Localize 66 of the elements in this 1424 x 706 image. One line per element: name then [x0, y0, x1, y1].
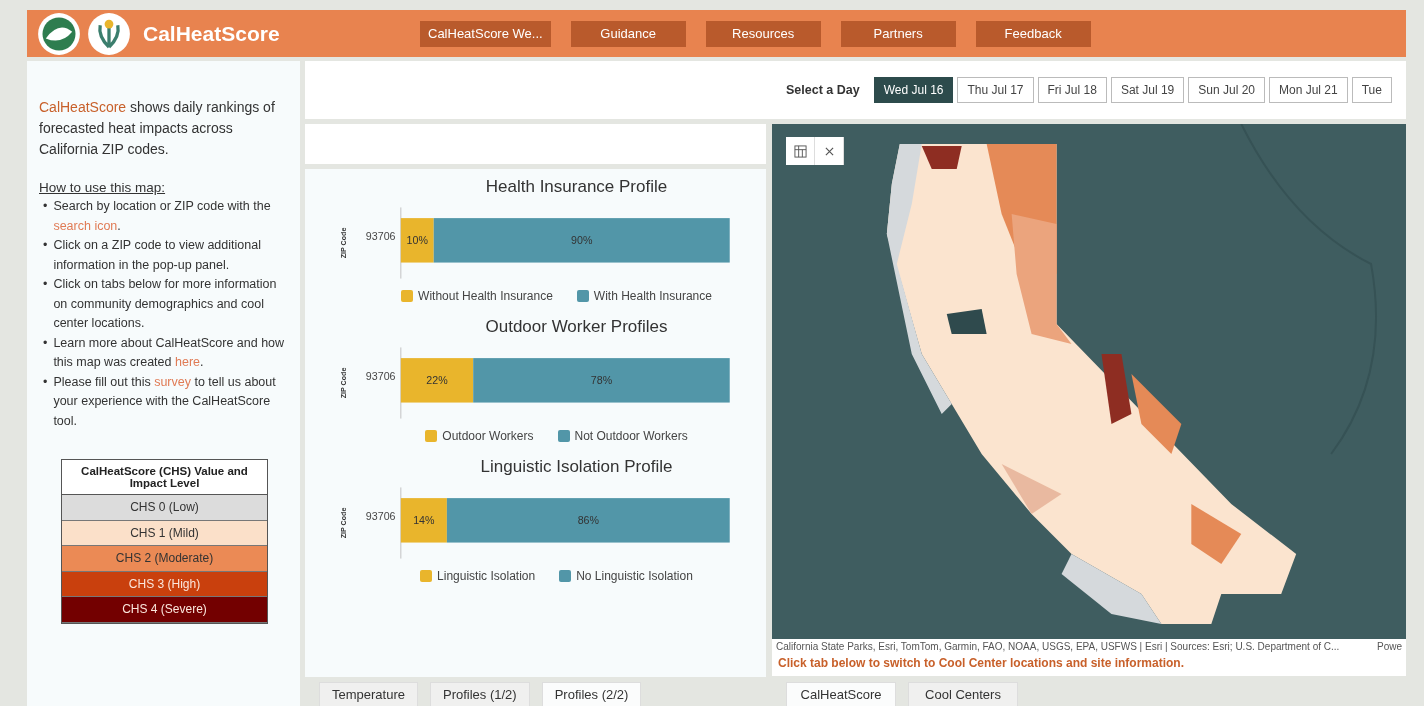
axis-line [400, 487, 402, 559]
legend-level: CHS 2 (Moderate) [62, 546, 267, 572]
intro-text: CalHeatScore shows daily rankings of forecasted heat impacts across California ZIP codes. [39, 98, 276, 159]
legend-level: CHS 0 (Low) [62, 495, 267, 521]
app-title: CalHeatScore [143, 21, 280, 46]
chart-title: Linguistic Isolation Profile [479, 457, 674, 477]
nav-button[interactable]: CalHeatScore We... [420, 20, 551, 47]
bullet-marker: • [43, 237, 48, 254]
day-tab[interactable]: Fri Jul 18 [1037, 77, 1107, 103]
instruction-item: Search by location or ZIP code with the search icon. [53, 198, 272, 235]
legend-label: With Health Insurance [593, 289, 712, 303]
value-label: 78% [590, 373, 613, 386]
profile-tab[interactable]: Temperature [319, 682, 418, 706]
day-tab[interactable]: Mon Jul 21 [1269, 77, 1348, 103]
map-tab[interactable]: Cool Centers [908, 682, 1018, 706]
day-tab[interactable]: Wed Jul 16 [873, 77, 954, 103]
legend-level: CHS 1 (Mild) [62, 520, 267, 546]
day-tab[interactable]: Sun Jul 20 [1188, 77, 1265, 103]
day-tab[interactable]: Sat Jul 19 [1110, 77, 1185, 103]
grid-icon [793, 144, 807, 158]
value-label: 22% [426, 373, 448, 386]
legend-label: Without Health Insurance [418, 289, 553, 303]
chart-title: Health Insurance Profile [484, 177, 669, 197]
map-note: Click tab below to switch to Cool Center locations and site information. [772, 653, 1406, 676]
value-label: 14% [413, 513, 435, 526]
nav-button[interactable]: Resources [705, 20, 821, 47]
instruction-item: Please fill out this survey to tell us about your experience with the CalHeatScore tool. [53, 373, 277, 430]
axis-line [400, 207, 402, 279]
layer-list-button[interactable] [786, 137, 815, 165]
value-label: 86% [577, 513, 599, 526]
legend-label: No Linguistic Isolation [576, 569, 693, 583]
instruction-item: Learn more about CalHeatScore and how this map was created here. [53, 334, 286, 371]
close-icon [824, 146, 834, 156]
legend-level: CHS 4 (Severe) [62, 597, 267, 623]
legend-level: CHS 3 (High) [62, 571, 267, 597]
day-selector-label: Select a Day [786, 83, 860, 97]
nav-button[interactable]: Feedback [975, 20, 1091, 47]
map-tab[interactable]: CalHeatScore [786, 682, 896, 706]
value-label: 90% [571, 233, 593, 246]
bullet-marker: • [43, 276, 48, 293]
leaf-logo-icon [37, 11, 81, 56]
axis-line [400, 347, 402, 419]
category-label: 93706 [365, 230, 396, 243]
bullet-marker: • [43, 373, 48, 391]
nav-button[interactable]: Partners [840, 20, 956, 47]
bullet-marker: • [43, 198, 48, 215]
instruction-item: Click on a ZIP code to view additional information in the pop-up panel. [53, 237, 262, 274]
sun-plant-logo-icon [87, 11, 131, 56]
instruction-item: Click on tabs below for more information on community demographics and cool center locations. [53, 276, 278, 332]
profile-tab[interactable]: Profiles (1/2) [430, 682, 530, 706]
powered-by-text: Powe [1377, 641, 1402, 651]
legend-label: Not Outdoor Workers [574, 429, 688, 443]
category-label: 93706 [365, 510, 396, 523]
legend-title: CalHeatScore (CHS) Value and Impact Level [62, 460, 267, 495]
legend-label: Linguistic Isolation [437, 569, 536, 583]
day-tab[interactable]: Tue [1351, 77, 1392, 103]
bullet-marker: • [43, 334, 48, 352]
nav-button[interactable]: Guidance [570, 20, 686, 47]
value-label: 10% [406, 233, 428, 246]
category-label: 93706 [365, 370, 396, 383]
map-attribution: California State Parks, Esri, TomTom, Garmin, FAO, NOAA, USGS, EPA, USFWS | Esri | Sources: Esri; U.S. Department of C... [776, 641, 1340, 651]
day-tab[interactable]: Thu Jul 17 [957, 77, 1034, 103]
chart-title: Outdoor Worker Profiles [484, 317, 669, 337]
howto-heading: How to use this map: [39, 180, 167, 195]
profile-tab[interactable]: Profiles (2/2) [541, 682, 642, 706]
legend-label: Outdoor Workers [442, 429, 534, 443]
